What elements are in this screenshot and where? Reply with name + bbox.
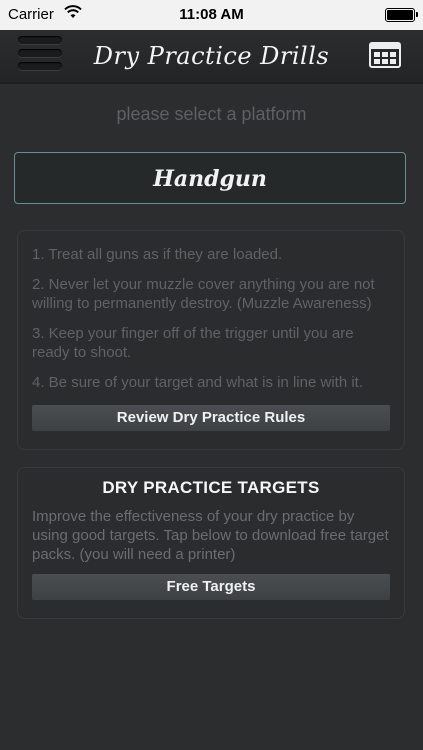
status-time: 11:08 AM bbox=[179, 6, 244, 23]
rule-3: 3. Keep your finger off of the trigger u… bbox=[32, 325, 354, 361]
targets-description: Improve the effectiveness of your dry pr… bbox=[32, 508, 389, 563]
rule-1: 1. Treat all guns as if they are loaded. bbox=[32, 246, 283, 263]
page-title: Dry Practice Drills bbox=[93, 42, 330, 70]
platform-prompt: please select a platform bbox=[116, 104, 307, 124]
targets-title: DRY PRACTICE TARGETS bbox=[102, 478, 320, 497]
safety-rules-card: 1. Treat all guns as if they are loaded.… bbox=[17, 230, 405, 450]
handgun-platform-button[interactable]: Handgun bbox=[14, 152, 406, 204]
review-rules-button[interactable]: Review Dry Practice Rules bbox=[32, 405, 390, 431]
calendar-icon[interactable] bbox=[369, 42, 401, 68]
rule-2: 2. Never let your muzzle cover anything … bbox=[32, 276, 375, 312]
targets-card: DRY PRACTICE TARGETS Improve the effecti… bbox=[17, 467, 405, 619]
status-bar: Carrier 11:08 AM bbox=[0, 0, 423, 30]
battery-icon bbox=[385, 8, 418, 22]
free-targets-button[interactable]: Free Targets bbox=[32, 574, 390, 600]
navigation-bar: Dry Practice Drills bbox=[0, 30, 423, 84]
rule-4: 4. Be sure of your target and what is in… bbox=[32, 374, 364, 391]
